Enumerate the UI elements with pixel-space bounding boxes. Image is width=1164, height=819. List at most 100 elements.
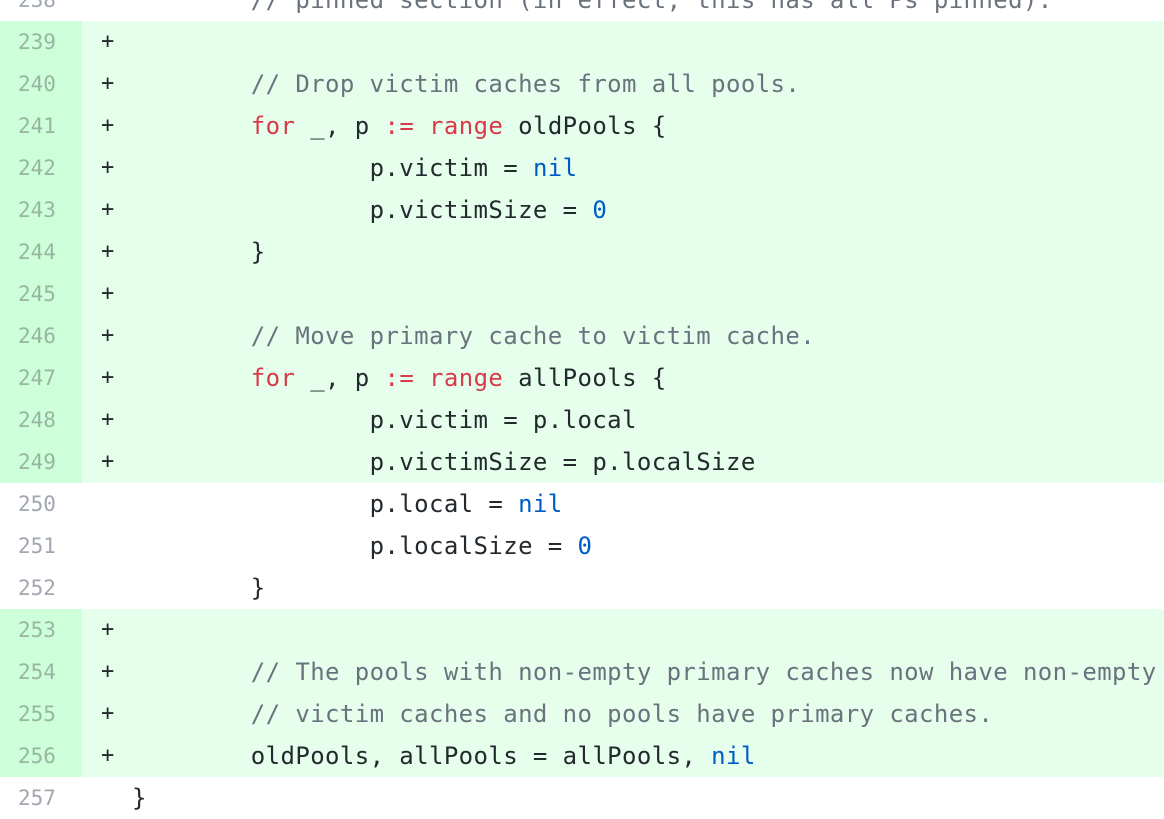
code-line: // victim caches and no pools have prima… (132, 693, 993, 735)
diff-marker: + (101, 323, 115, 348)
keyword-token: := (384, 364, 415, 392)
diff-line-added: 254 + // The pools with non-empty primary… (0, 651, 1164, 693)
code-line: p.victimSize = 0 (132, 189, 607, 231)
diff-line-added: 240 + // Drop victim caches from all pool… (0, 63, 1164, 105)
code-token: } (132, 574, 266, 602)
diff-marker: + (101, 407, 115, 432)
line-number[interactable]: 250 (0, 483, 82, 525)
diff-line-added: 253 + (0, 609, 1164, 651)
diff-marker: + (101, 743, 115, 768)
line-number[interactable]: 238 (0, 0, 82, 21)
line-number[interactable]: 249 (0, 441, 82, 483)
code-token: p.victimSize = p.localSize (132, 448, 756, 476)
diff-marker: + (101, 449, 115, 474)
diff-line-added: 246 + // Move primary cache to victim cac… (0, 315, 1164, 357)
code-token: } (132, 784, 147, 812)
line-number[interactable]: 256 (0, 735, 82, 777)
literal-token: 0 (577, 532, 593, 560)
diff-line-added: 256 + oldPools, allPools = allPools, nil (0, 735, 1164, 777)
keyword-token: for (250, 364, 296, 392)
diff-line-added: 247 + for _, p := range allPools { (0, 357, 1164, 399)
code-line: p.victimSize = p.localSize (132, 441, 756, 483)
code-line: for _, p := range allPools { (132, 357, 667, 399)
keyword-token: range (429, 112, 504, 140)
code-token: p.victimSize = (132, 196, 593, 224)
diff-line-added: 241 + for _, p := range oldPools { (0, 105, 1164, 147)
code-token: p.victim = (132, 154, 533, 182)
code-token: allPools { (503, 364, 667, 392)
code-line: // The pools with non-empty primary cach… (132, 651, 1157, 693)
literal-token: nil (532, 154, 578, 182)
line-number[interactable]: 255 (0, 693, 82, 735)
keyword-token: range (429, 364, 504, 392)
code-line: p.localSize = 0 (132, 525, 592, 567)
code-line: } (132, 231, 266, 273)
literal-token: nil (518, 490, 563, 518)
line-number[interactable]: 257 (0, 777, 82, 819)
line-number[interactable]: 253 (0, 609, 82, 651)
line-number[interactable]: 244 (0, 231, 82, 273)
line-number[interactable]: 241 (0, 105, 82, 147)
diff-marker: + (101, 365, 115, 390)
code-token: p.victim = p.local (132, 406, 637, 434)
code-line: p.victim = p.local (132, 399, 637, 441)
comment-token: // victim caches and no pools have prima… (250, 700, 994, 728)
code-token: _, p (295, 112, 385, 140)
diff-marker: + (101, 197, 115, 222)
comment-token: // Drop victim caches from all pools. (250, 70, 801, 98)
diff-marker: + (101, 281, 115, 306)
line-number[interactable]: 254 (0, 651, 82, 693)
code-token: oldPools { (503, 112, 667, 140)
line-number[interactable]: 246 (0, 315, 82, 357)
line-number[interactable]: 245 (0, 273, 82, 315)
literal-token: nil (711, 742, 756, 770)
diff-line-added: 239 + (0, 21, 1164, 63)
diff-view: 238 // pinned section (in effect, this h… (0, 0, 1164, 819)
diff-line-context: 251 p.localSize = 0 (0, 525, 1164, 567)
line-number[interactable]: 239 (0, 21, 82, 63)
line-number[interactable]: 248 (0, 399, 82, 441)
diff-line-added: 245 + (0, 273, 1164, 315)
diff-marker: + (101, 617, 115, 642)
code-token: p.local = (132, 490, 519, 518)
code-token: oldPools, allPools = allPools, (132, 742, 712, 770)
diff-marker: + (101, 659, 115, 684)
code-token: } (132, 238, 266, 266)
literal-token: 0 (592, 196, 608, 224)
code-line: // Move primary cache to victim cache. (132, 315, 815, 357)
code-line: // pinned section (in effect, this has a… (132, 0, 1053, 21)
comment-token: // The pools with non-empty primary cach… (250, 658, 1157, 686)
line-number[interactable]: 251 (0, 525, 82, 567)
comment-token: // pinned section (in effect, this has a… (250, 0, 1053, 14)
code-line: p.local = nil (132, 483, 563, 525)
keyword-token: for (250, 112, 296, 140)
diff-marker: + (101, 71, 115, 96)
code-line: } (132, 777, 147, 819)
diff-line-added: 242 + p.victim = nil (0, 147, 1164, 189)
diff-marker: + (101, 701, 115, 726)
diff-line-context: 252 } (0, 567, 1164, 609)
line-number[interactable]: 242 (0, 147, 82, 189)
diff-marker: + (101, 113, 115, 138)
code-line: p.victim = nil (132, 147, 578, 189)
line-number[interactable]: 243 (0, 189, 82, 231)
diff-marker: + (101, 239, 115, 264)
code-token: _, p (295, 364, 385, 392)
diff-line-added: 249 + p.victimSize = p.localSize (0, 441, 1164, 483)
line-number[interactable]: 252 (0, 567, 82, 609)
diff-line-added: 244 + } (0, 231, 1164, 273)
diff-line-added: 243 + p.victimSize = 0 (0, 189, 1164, 231)
code-line: } (132, 567, 266, 609)
line-number[interactable]: 240 (0, 63, 82, 105)
diff-line-added: 248 + p.victim = p.local (0, 399, 1164, 441)
comment-token: // Move primary cache to victim cache. (250, 322, 816, 350)
line-number[interactable]: 247 (0, 357, 82, 399)
